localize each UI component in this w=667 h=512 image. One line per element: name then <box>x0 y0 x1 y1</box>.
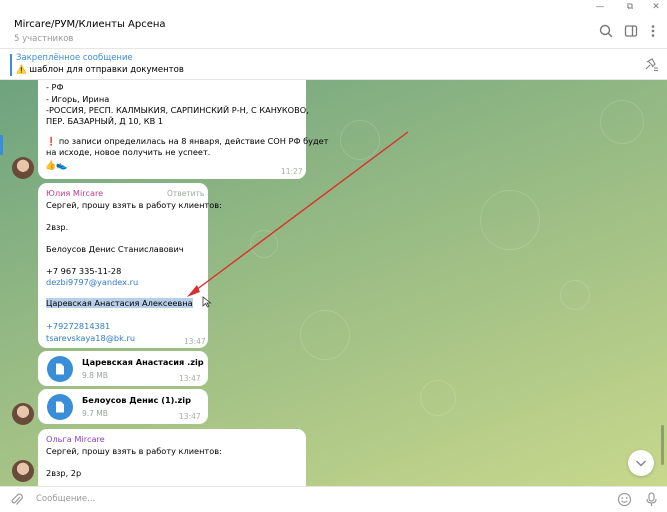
message-line: Сергей, прошу взять в работу клиентов: <box>46 446 222 456</box>
avatar[interactable] <box>12 157 34 179</box>
more-vertical-icon[interactable] <box>645 23 661 39</box>
window-titlebar: — ⧉ ✕ <box>0 0 667 14</box>
message-bubble[interactable]: Юлия Mircare Ответить Сергей, прошу взят… <box>38 183 222 348</box>
pinned-message-bar[interactable]: Закреплённое сообщение ⚠️ шаблон для отп… <box>0 49 667 80</box>
background-doodle <box>560 280 590 310</box>
avatar[interactable] <box>12 460 34 482</box>
pinned-list-icon[interactable] <box>643 57 659 73</box>
message-line: 2взр. <box>46 222 69 232</box>
mouse-cursor-icon <box>202 296 212 308</box>
chevron-down-icon <box>635 460 647 467</box>
message-bubble[interactable]: - РФ - Игорь, Ирина -РОССИЯ, РЕСП. КАЛМЫ… <box>38 80 328 179</box>
message-sender[interactable]: Ольга Mircare <box>46 434 105 444</box>
file-icon-circle[interactable] <box>47 394 73 420</box>
file-size: 9.8 MB <box>82 371 108 380</box>
message-sender[interactable]: Юлия Mircare <box>46 188 103 198</box>
exclamation-icon: ❗ <box>46 136 57 146</box>
email-link[interactable]: dezbi9797@yandex.ru <box>46 277 138 287</box>
background-doodle <box>480 190 540 250</box>
phone-link[interactable]: +79272814381 <box>46 321 110 331</box>
file-name: Белоусов Денис (1).zip <box>82 395 191 405</box>
scrollbar[interactable] <box>661 425 664 465</box>
message-composer: Сообщение... <box>0 486 667 512</box>
reply-button[interactable]: Ответить <box>167 189 204 198</box>
message-line: Белоусов Денис Станиславович <box>46 244 184 254</box>
attach-icon[interactable] <box>10 493 24 507</box>
email-link[interactable]: tsarevskaya18@bk.ru <box>46 333 135 343</box>
background-doodle <box>340 120 380 160</box>
message-line: - РФ <box>46 82 64 92</box>
close-button[interactable]: ✕ <box>645 0 667 14</box>
pinned-text: ⚠️ шаблон для отправки документов <box>16 65 184 75</box>
chat-message-area[interactable]: - РФ - Игорь, Ирина -РОССИЯ, РЕСП. КАЛМЫ… <box>0 80 667 486</box>
file-size: 9.7 MB <box>82 409 108 418</box>
message-line: - Игорь, Ирина <box>46 94 110 104</box>
microphone-icon[interactable] <box>645 492 658 507</box>
file-name: Царевская Анастасия .zip <box>82 357 204 367</box>
selected-text: Царевская Анастасия Алексеевна <box>46 298 193 308</box>
unread-marker <box>0 135 3 155</box>
avatar[interactable] <box>12 403 34 425</box>
restore-button[interactable]: ⧉ <box>619 0 641 14</box>
message-time: 13:47 <box>179 412 201 421</box>
document-icon <box>56 401 64 413</box>
background-doodle <box>250 230 278 258</box>
message-bubble[interactable]: Ольга Mircare Сергей, прошу взять в рабо… <box>38 429 306 486</box>
file-message[interactable]: Белоусов Денис (1).zip 9.7 MB 13:47 <box>38 389 208 424</box>
background-doodle <box>600 100 644 144</box>
search-icon[interactable] <box>598 23 614 39</box>
scroll-down-button[interactable] <box>628 450 654 476</box>
member-count: 5 участников <box>14 34 74 44</box>
message-reactions[interactable]: 👍👟 <box>45 161 67 171</box>
background-doodle <box>300 310 350 360</box>
message-line: Сергей, прошу взять в работу клиентов: <box>46 200 222 210</box>
message-line-text: по записи определилась на 8 января, дейс… <box>58 136 329 146</box>
phone-number: +7 967 335-11-28 <box>46 266 122 276</box>
message-time: 11:27 <box>281 167 303 176</box>
message-line: -РОССИЯ, РЕСП. КАЛМЫКИЯ, САРПИНСКИЙ Р-Н,… <box>46 105 309 115</box>
message-time: 13:47 <box>179 374 201 383</box>
message-line: ❗ по записи определилась на 8 января, де… <box>46 136 328 147</box>
pinned-title: Закреплённое сообщение <box>16 53 133 63</box>
pinned-accent-bar <box>10 54 12 76</box>
chat-title: Mircare/РУМ/Клиенты Арсена <box>14 19 166 30</box>
emoji-icon[interactable] <box>617 492 632 507</box>
background-doodle <box>420 380 456 416</box>
sidebar-toggle-icon[interactable] <box>623 23 639 39</box>
message-line: на исходе, новое получить не успеет. <box>46 147 211 157</box>
warning-icon: ⚠️ <box>16 65 27 75</box>
file-icon-circle[interactable] <box>47 356 73 382</box>
minimize-button[interactable]: — <box>589 0 611 14</box>
pinned-text-label: шаблон для отправки документов <box>29 65 184 75</box>
chat-header[interactable]: Mircare/РУМ/Клиенты Арсена 5 участников <box>0 14 667 49</box>
message-time: 13:47 <box>184 337 206 346</box>
message-line: Царевская Анастасия Алексеевна <box>46 298 193 308</box>
message-line: 2взр, 2р <box>46 468 82 478</box>
message-input[interactable]: Сообщение... <box>36 494 95 504</box>
message-line: ПЕР. БАЗАРНЫЙ, Д 10, КВ 1 <box>46 116 164 126</box>
document-icon <box>56 363 64 375</box>
file-message[interactable]: Царевская Анастасия .zip 9.8 MB 13:47 <box>38 351 208 386</box>
